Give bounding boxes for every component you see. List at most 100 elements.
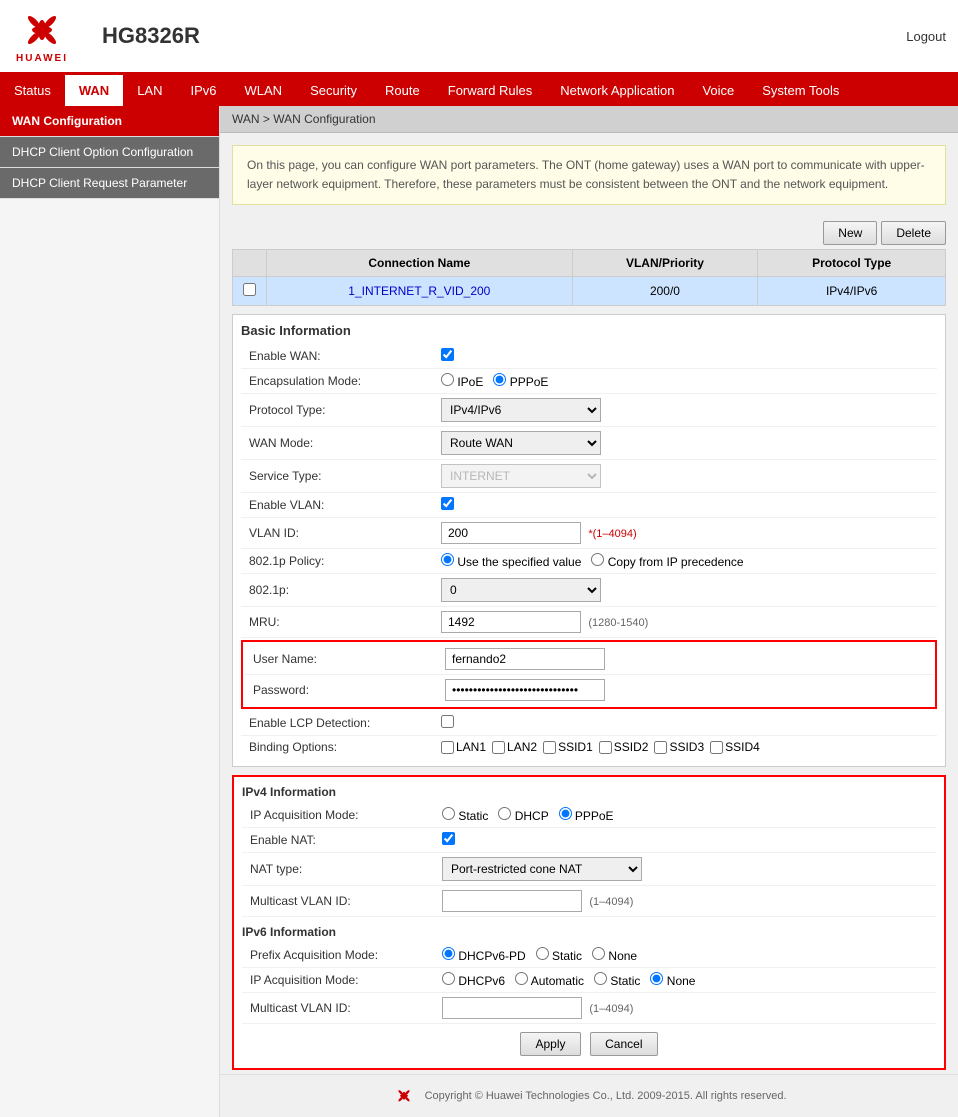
binding-ssid1-label: SSID1 (543, 740, 593, 754)
table-row[interactable]: 1_INTERNET_R_VID_200 200/0 IPv4/IPv6 (233, 277, 946, 306)
delete-button[interactable]: Delete (881, 221, 946, 245)
binding-ssid2-checkbox[interactable] (599, 741, 612, 754)
username-input[interactable] (445, 648, 605, 670)
enable-wan-checkbox[interactable] (441, 348, 454, 361)
protocol-type-select[interactable]: IPv4/IPv6 (441, 398, 601, 422)
ipv4-static-radio[interactable] (442, 807, 455, 820)
prefix-none-label: None (592, 949, 637, 963)
nav-ipv6[interactable]: IPv6 (177, 75, 231, 106)
ipv6-multicast-vlan-value: (1–4094) (442, 997, 936, 1019)
ipv4-acquisition-value: Static DHCP PPPoE (442, 807, 936, 823)
main-container: WAN Configuration DHCP Client Option Con… (0, 106, 958, 1117)
policy-specified-radio[interactable] (441, 553, 454, 566)
footer: Copyright © Huawei Technologies Co., Ltd… (220, 1074, 958, 1117)
binding-ssid3-label: SSID3 (654, 740, 704, 754)
brand-label: HUAWEI (16, 53, 68, 64)
enable-wan-label: Enable WAN: (241, 349, 441, 363)
nav-security[interactable]: Security (296, 75, 371, 106)
encap-pppoe-radio[interactable] (493, 373, 506, 386)
ipv6-multicast-vlan-input[interactable] (442, 997, 582, 1019)
enable-vlan-checkbox[interactable] (441, 497, 454, 510)
new-button[interactable]: New (823, 221, 877, 245)
encap-ipoe-radio[interactable] (441, 373, 454, 386)
binding-lan2-checkbox[interactable] (492, 741, 505, 754)
encapsulation-label: Encapsulation Mode: (241, 374, 441, 388)
ipv4-dhcp-radio[interactable] (498, 807, 511, 820)
logout-button[interactable]: Logout (906, 29, 946, 44)
main-nav: Status WAN LAN IPv6 WLAN Security Route … (0, 75, 958, 106)
ipv6-none-radio[interactable] (650, 972, 663, 985)
row-checkbox[interactable] (243, 283, 256, 296)
encap-ipoe-label: IPoE (441, 375, 483, 389)
lcp-detection-checkbox[interactable] (441, 715, 454, 728)
binding-lan1-checkbox[interactable] (441, 741, 454, 754)
apply-button[interactable]: Apply (520, 1032, 580, 1056)
prefix-none-radio[interactable] (592, 947, 605, 960)
mru-input[interactable] (441, 611, 581, 633)
ipv6-dhcpv6-radio[interactable] (442, 972, 455, 985)
ipv4-multicast-hint: (1–4094) (589, 896, 633, 908)
huawei-logo (12, 8, 72, 53)
ipv6-static-radio[interactable] (594, 972, 607, 985)
wan-table: Connection Name VLAN/Priority Protocol T… (232, 249, 946, 306)
nav-system-tools[interactable]: System Tools (748, 75, 853, 106)
enable-nat-checkbox[interactable] (442, 832, 455, 845)
binding-ssid4-checkbox[interactable] (710, 741, 723, 754)
service-type-label: Service Type: (241, 469, 441, 483)
nat-type-label: NAT type: (242, 862, 442, 876)
wan-mode-select[interactable]: Route WAN Bridge WAN (441, 431, 601, 455)
ipv6-auto-radio[interactable] (515, 972, 528, 985)
nat-type-select[interactable]: Port-restricted cone NAT Full cone NAT S… (442, 857, 642, 881)
8021p-label: 802.1p: (241, 583, 441, 597)
encapsulation-row: Encapsulation Mode: IPoE PPPoE (241, 369, 937, 394)
ipv4-static-label: Static (442, 809, 488, 823)
nav-route[interactable]: Route (371, 75, 434, 106)
info-box: On this page, you can configure WAN port… (232, 145, 946, 205)
password-input[interactable] (445, 679, 605, 701)
ipv6-acquisition-label: IP Acquisition Mode: (242, 973, 442, 987)
mru-row: MRU: (1280-1540) (241, 607, 937, 638)
logo-area: HUAWEI (12, 8, 72, 64)
8021p-select[interactable]: 0123 4567 (441, 578, 601, 602)
vlan-id-value: *(1–4094) (441, 522, 937, 544)
sidebar-item-dhcp-request[interactable]: DHCP Client Request Parameter (0, 168, 219, 199)
encap-pppoe-label: PPPoE (493, 375, 548, 389)
protocol-type-row: Protocol Type: IPv4/IPv6 (241, 394, 937, 427)
row-protocol: IPv4/IPv6 (758, 277, 946, 306)
enable-nat-label: Enable NAT: (242, 833, 442, 847)
lcp-detection-value (441, 715, 937, 731)
vlan-id-row: VLAN ID: *(1–4094) (241, 518, 937, 549)
ipv4-multicast-vlan-input[interactable] (442, 890, 582, 912)
ipv4-multicast-vlan-label: Multicast VLAN ID: (242, 894, 442, 908)
ipv4-pppoe-radio[interactable] (559, 807, 572, 820)
nav-network-application[interactable]: Network Application (546, 75, 688, 106)
prefix-dhcpv6pd-radio[interactable] (442, 947, 455, 960)
enable-wan-value (441, 348, 937, 364)
encapsulation-value: IPoE PPPoE (441, 373, 937, 389)
sidebar-item-wan-config[interactable]: WAN Configuration (0, 106, 219, 137)
mru-label: MRU: (241, 615, 441, 629)
nav-forward-rules[interactable]: Forward Rules (434, 75, 547, 106)
nav-voice[interactable]: Voice (688, 75, 748, 106)
binding-ssid3-checkbox[interactable] (654, 741, 667, 754)
nav-wan[interactable]: WAN (65, 75, 123, 106)
binding-lan2-label: LAN2 (492, 740, 537, 754)
nav-lan[interactable]: LAN (123, 75, 176, 106)
binding-lan1-label: LAN1 (441, 740, 486, 754)
binding-ssid2-label: SSID2 (599, 740, 649, 754)
nav-status[interactable]: Status (0, 75, 65, 106)
vlan-id-input[interactable] (441, 522, 581, 544)
enable-wan-row: Enable WAN: (241, 344, 937, 369)
nav-wlan[interactable]: WLAN (231, 75, 297, 106)
ipv6-static-label: Static (594, 974, 640, 988)
prefix-static-radio[interactable] (536, 947, 549, 960)
cancel-button[interactable]: Cancel (590, 1032, 657, 1056)
breadcrumb: WAN > WAN Configuration (220, 106, 958, 133)
sidebar-item-dhcp-option[interactable]: DHCP Client Option Configuration (0, 137, 219, 168)
policy-copy-radio[interactable] (591, 553, 604, 566)
binding-ssid1-checkbox[interactable] (543, 741, 556, 754)
service-type-select: INTERNET (441, 464, 601, 488)
ipv6-acquisition-row: IP Acquisition Mode: DHCPv6 Automatic St… (242, 968, 936, 993)
ipv6-none-label: None (650, 974, 695, 988)
username-value (445, 648, 933, 670)
